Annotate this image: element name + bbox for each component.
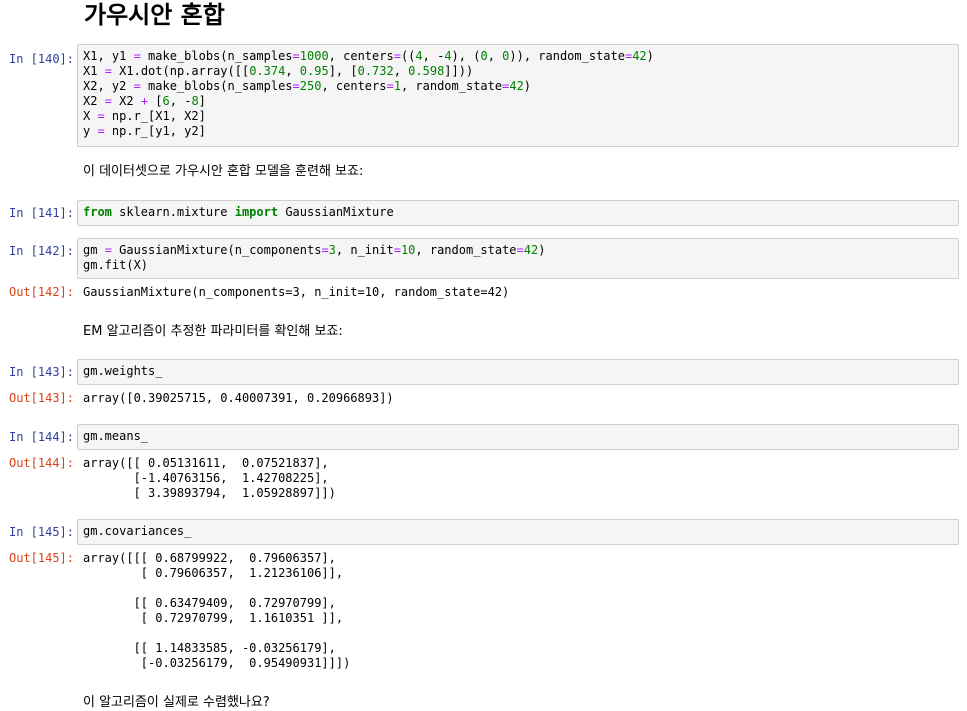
code-line: gm = GaussianMixture(n_components=3, n_i… [83,243,546,257]
output-text: array([0.39025715, 0.40007391, 0.2096689… [83,391,394,405]
code-line: y = np.r_[y1, y2] [83,124,206,138]
input-prompt: In [140]: [8,52,74,66]
cell-output: array([[ 0.05131611, 0.07521837], [-1.40… [83,456,336,501]
code-line: X1, y1 = make_blobs(n_samples=1000, cent… [83,49,654,63]
code-editor[interactable]: gm.weights_ [77,359,959,385]
code-editor[interactable]: gm = GaussianMixture(n_components=3, n_i… [77,238,959,279]
code-text: gm.covariances_ [83,524,953,539]
cell-output: GaussianMixture(n_components=3, n_init=1… [83,285,509,300]
code-line: gm.fit(X) [83,258,149,272]
code-line: gm.covariances_ [83,524,192,538]
markdown-text: EM 알고리즘이 추정한 파라미터를 확인해 보죠: [83,324,343,339]
markdown-text: 이 알고리즘이 실제로 수렴했나요? [83,695,270,710]
output-text: GaussianMixture(n_components=3, n_init=1… [83,285,510,299]
input-prompt: In [144]: [8,430,74,444]
code-editor[interactable]: gm.covariances_ [77,519,959,545]
input-prompt: In [142]: [8,244,74,258]
code-editor[interactable]: gm.means_ [77,424,959,450]
input-prompt: In [143]: [8,365,74,379]
code-line: X = np.r_[X1, X2] [83,109,206,123]
output-text: array([[[ 0.68799922, 0.79606357], [ 0.7… [83,551,351,670]
code-line: X2 = X2 + [6, -8] [83,94,206,108]
input-prompt: In [145]: [8,525,74,539]
markdown-text: 이 데이터셋으로 가우시안 혼합 모델을 훈련해 보죠: [83,164,364,179]
code-line: gm.weights_ [83,364,163,378]
cell-output: array([0.39025715, 0.40007391, 0.2096689… [83,391,394,406]
output-prompt: Out[145]: [8,551,74,565]
code-line: from sklearn.mixture import GaussianMixt… [83,205,394,219]
output-text: array([[ 0.05131611, 0.07521837], [-1.40… [83,456,336,500]
code-editor[interactable]: X1, y1 = make_blobs(n_samples=1000, cent… [77,44,959,147]
code-text: gm.weights_ [83,364,953,379]
output-prompt: Out[144]: [8,456,74,470]
cell-output: array([[[ 0.68799922, 0.79606357], [ 0.7… [83,551,350,671]
section-heading: 가우시안 혼합 [84,1,225,29]
code-line: X2, y2 = make_blobs(n_samples=250, cente… [83,79,532,93]
output-prompt: Out[143]: [8,391,74,405]
code-text: gm.means_ [83,429,953,444]
code-text: from sklearn.mixture import GaussianMixt… [83,205,953,220]
code-line: X1 = X1.dot(np.array([[0.374, 0.95], [0.… [83,64,474,78]
input-prompt: In [141]: [8,206,74,220]
code-text: gm = GaussianMixture(n_components=3, n_i… [83,243,953,273]
code-line: gm.means_ [83,429,149,443]
output-prompt: Out[142]: [8,285,74,299]
code-text: X1, y1 = make_blobs(n_samples=1000, cent… [83,49,953,139]
code-editor[interactable]: from sklearn.mixture import GaussianMixt… [77,200,959,226]
